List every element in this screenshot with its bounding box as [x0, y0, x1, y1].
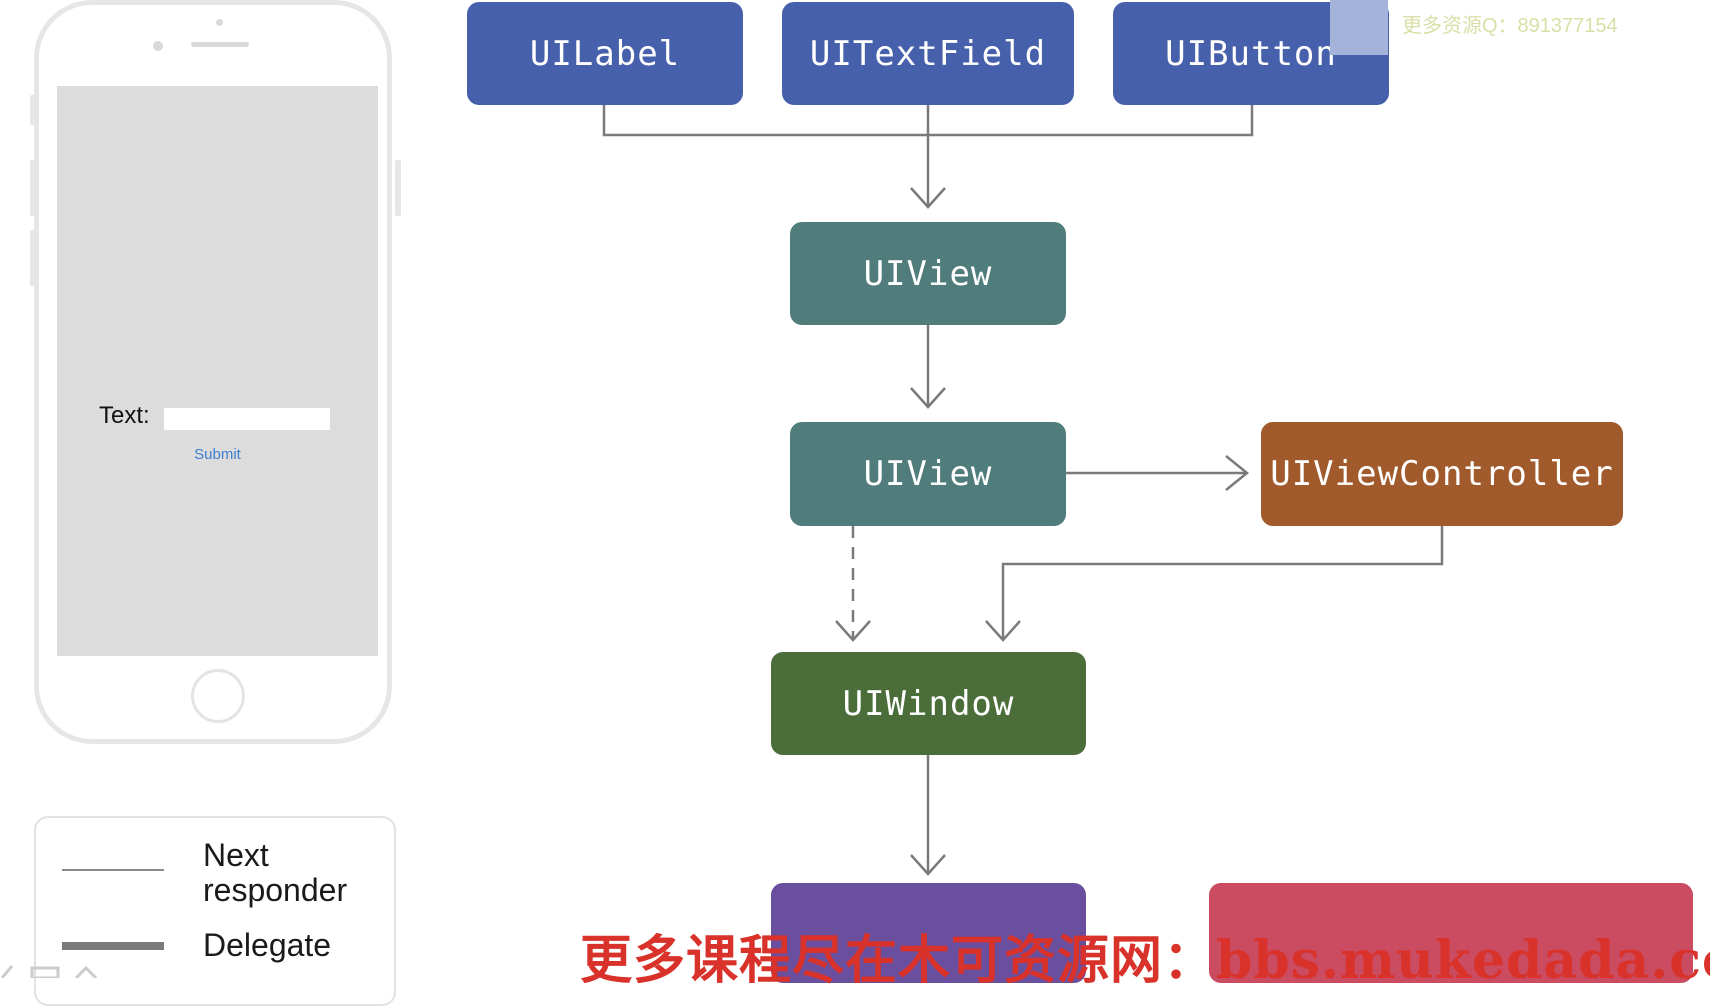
node-uiwindow: UIWindow [771, 652, 1086, 755]
slide-nav-icon [0, 965, 98, 978]
watermark-banner: 更多课程尽在木可资源网：bbs.mukedada.com [580, 930, 1710, 991]
node-uiview-child: UIView [790, 222, 1066, 325]
arrow-line-controller-to-window [1001, 526, 1444, 638]
cursor-highlight [1330, 0, 1388, 55]
node-uiview-root: UIView [790, 422, 1066, 526]
node-uiviewcontroller: UIViewController [1261, 422, 1623, 526]
node-uilabel: UILabel [467, 2, 743, 105]
node-uitextfield: UITextField [782, 2, 1074, 105]
watermark-qq: 更多资源Q：891377154 [1402, 15, 1618, 37]
